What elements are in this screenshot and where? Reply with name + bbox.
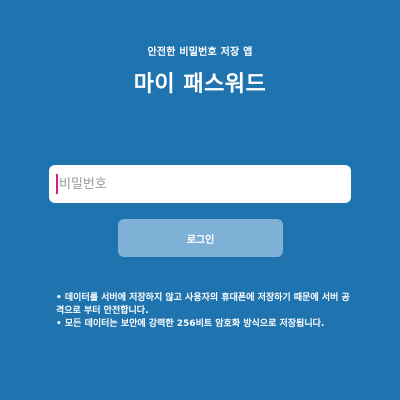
app-subtitle: 안전한 비밀번호 저장 앱 [147,47,253,58]
login-button[interactable]: 로그인 [118,219,283,257]
password-field-container[interactable] [49,165,351,203]
note-encryption: • 모든 데이터는 보안에 강력한 256비트 암호화 방식으로 저장됩니다. [56,319,325,329]
info-notes: • 데이터를 서버에 저장하지 않고 사용자의 휴대폰에 저장하기 때문에 서버… [56,292,356,331]
note-storage: • 데이터를 서버에 저장하지 않고 사용자의 휴대폰에 저장하기 때문에 서버… [56,293,350,316]
password-input[interactable] [59,165,339,203]
text-caret [56,174,58,194]
app-title: 마이 패스워드 [133,72,267,97]
